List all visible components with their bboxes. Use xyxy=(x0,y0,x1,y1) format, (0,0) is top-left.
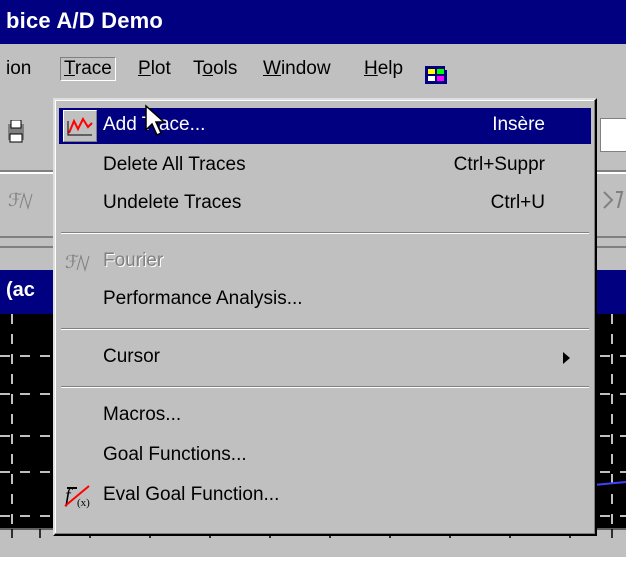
menu-item-fourier[interactable]: ℱ Fourier xyxy=(59,244,591,280)
menu-item-eval-goal-function[interactable]: f (x) Eval Goal Function... xyxy=(59,478,591,514)
menu-item-performance-analysis[interactable]: Performance Analysis... xyxy=(59,282,591,318)
menu-separator xyxy=(61,386,589,388)
mouse-cursor-icon xyxy=(145,104,166,137)
fourier-icon: ℱ xyxy=(63,246,95,276)
trace-menu-dropdown: Add Trace... Insère Delete All Traces Ct… xyxy=(53,98,597,536)
menu-simulation[interactable]: ion xyxy=(6,58,31,80)
menu-separator xyxy=(61,328,589,330)
menu-trace[interactable]: Trace xyxy=(60,57,116,81)
menu-window[interactable]: Window xyxy=(263,58,331,80)
toolbar-combo-box[interactable] xyxy=(600,118,626,152)
menu-item-add-trace[interactable]: Add Trace... Insère xyxy=(59,108,591,144)
print-icon[interactable] xyxy=(6,120,28,146)
menu-item-delete-all-traces[interactable]: Delete All Traces Ctrl+Suppr xyxy=(59,148,591,184)
eval-goal-icon: f (x) xyxy=(63,480,95,510)
window-title: bice A/D Demo xyxy=(6,8,164,33)
menu-item-goal-functions[interactable]: Goal Functions... xyxy=(59,438,591,474)
context-help-icon[interactable] xyxy=(425,60,455,86)
svg-text:(x): (x) xyxy=(77,497,90,509)
menu-separator xyxy=(61,232,589,234)
submenu-arrow-icon xyxy=(563,352,570,364)
toolbar-icon-right[interactable] xyxy=(600,186,626,214)
plot-window-title: (ac xyxy=(6,279,35,301)
menu-help[interactable]: Help xyxy=(364,58,403,80)
menu-item-cursor[interactable]: Cursor xyxy=(59,340,591,376)
fourier-toolbar-icon[interactable]: ℱ xyxy=(8,186,40,214)
add-trace-icon xyxy=(63,110,97,142)
menu-tools[interactable]: Tools xyxy=(193,58,237,80)
menu-item-macros[interactable]: Macros... xyxy=(59,398,591,434)
menu-item-undelete-traces[interactable]: Undelete Traces Ctrl+U xyxy=(59,186,591,222)
menu-plot[interactable]: Plot xyxy=(138,58,171,80)
